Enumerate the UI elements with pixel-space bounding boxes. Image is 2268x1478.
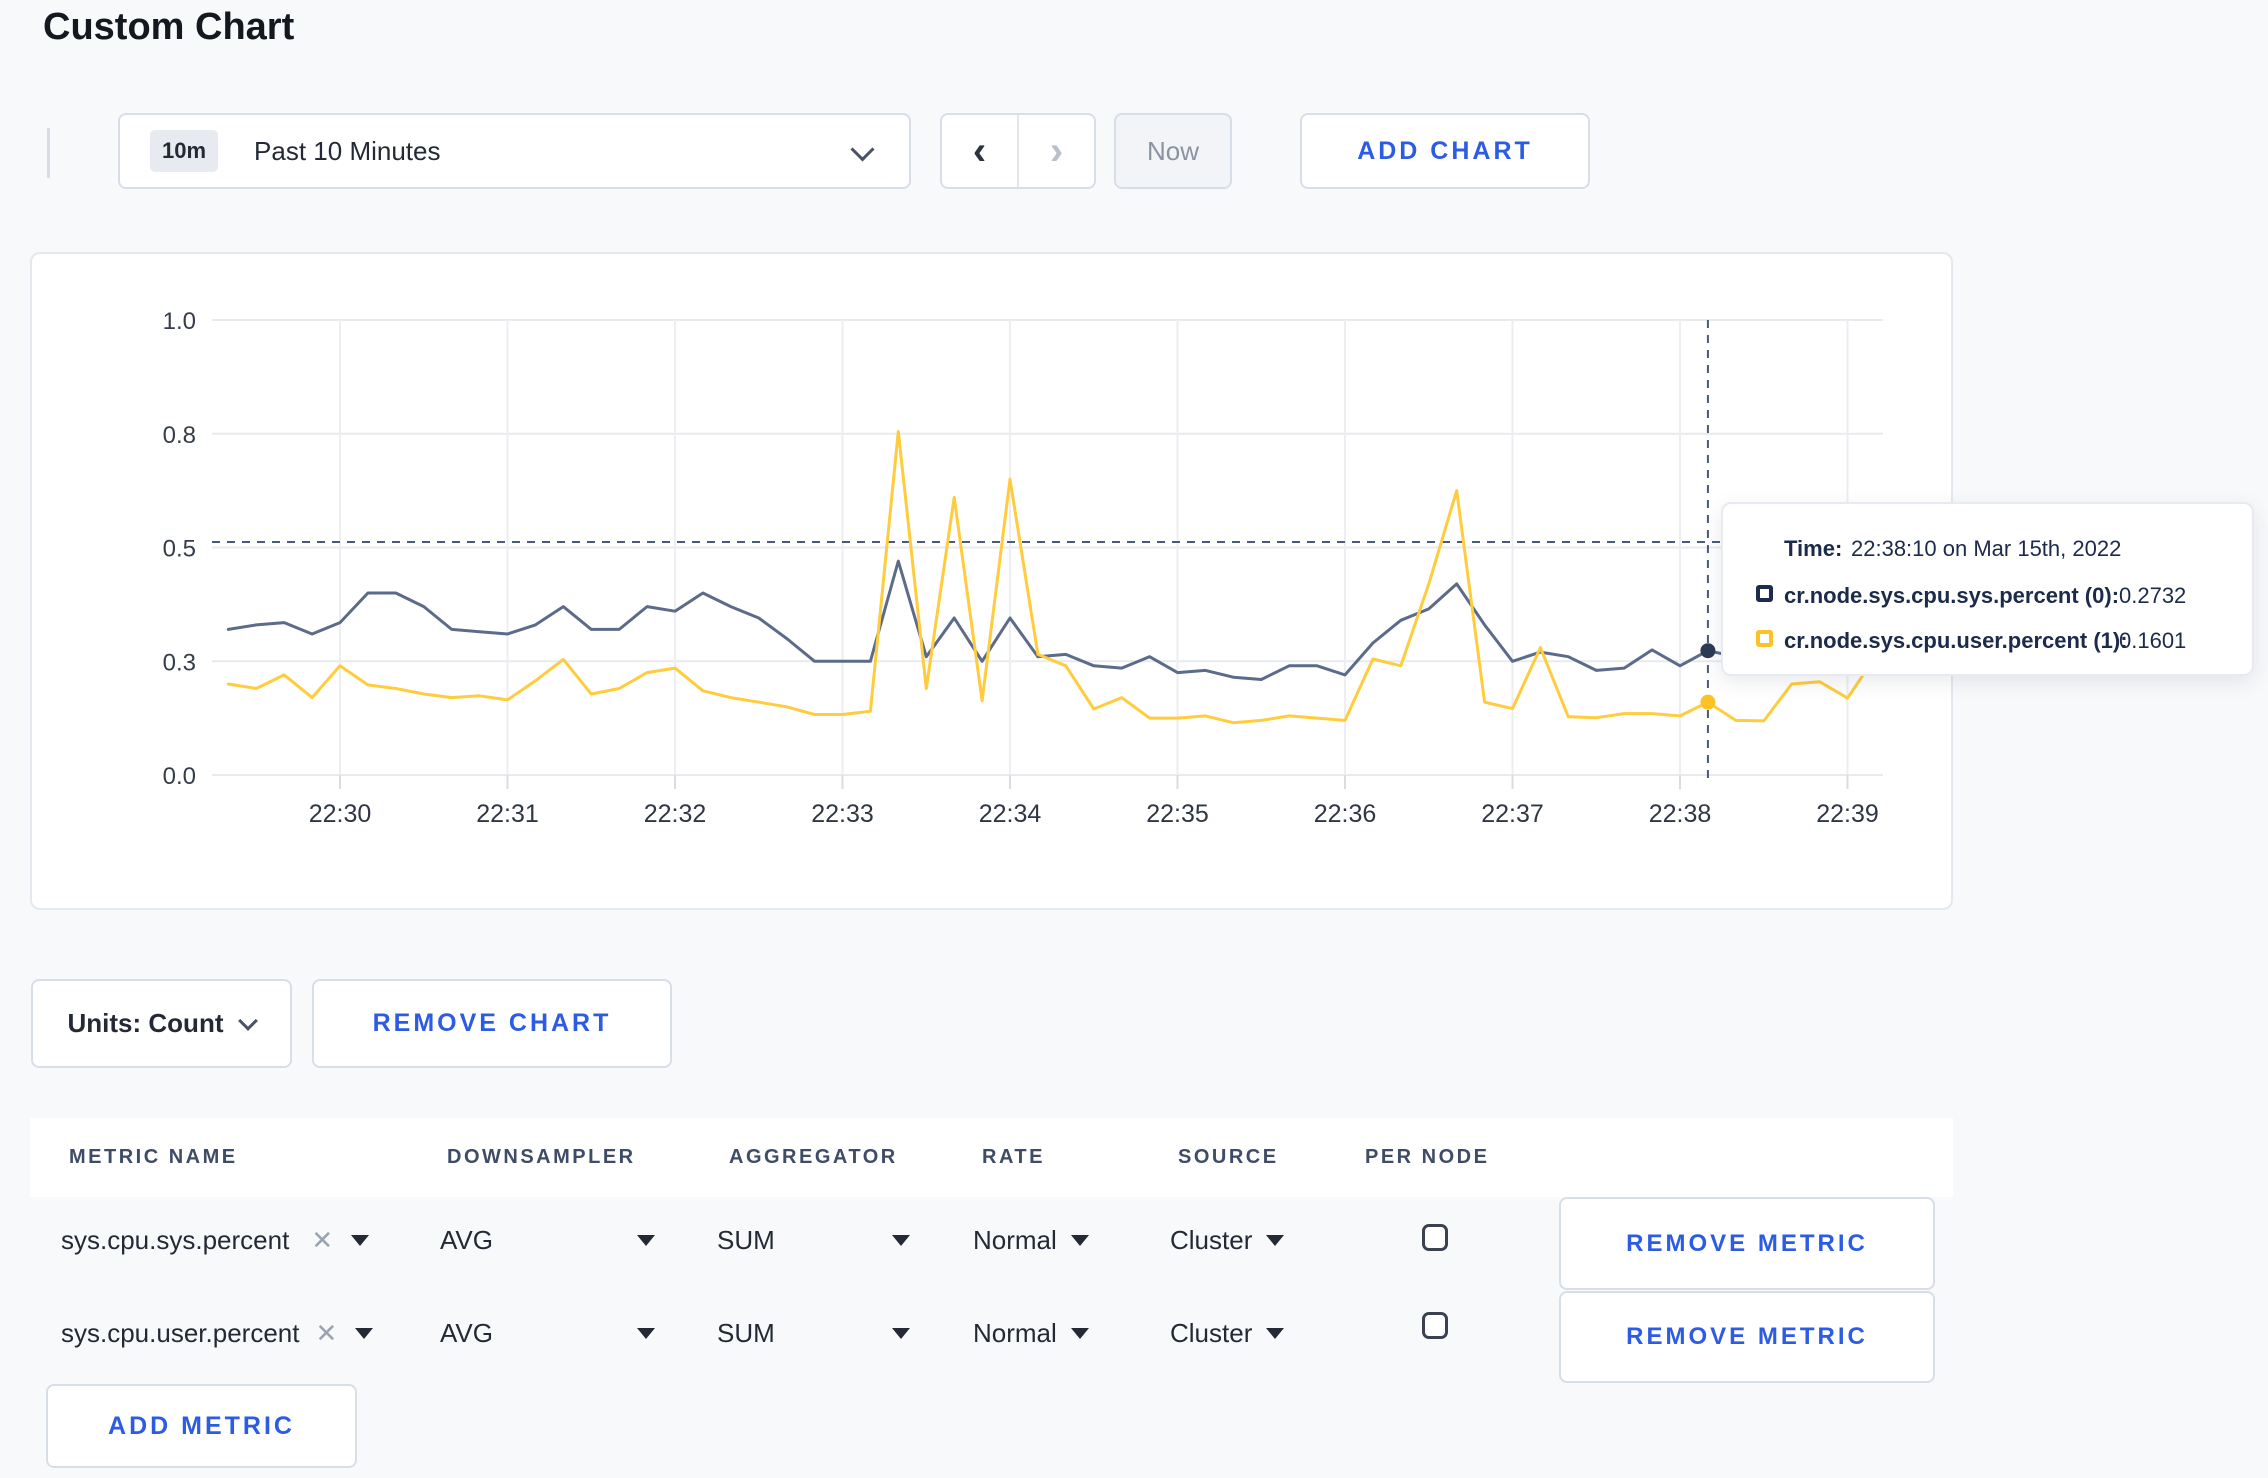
time-step-group: ‹ ›: [940, 113, 1096, 189]
metric-name-value: sys.cpu.user.percent: [61, 1318, 300, 1348]
col-header-per-node: PER NODE: [1365, 1146, 1490, 1168]
chevron-down-icon: [850, 137, 875, 162]
aggregator-select[interactable]: SUM: [717, 1225, 910, 1256]
col-header-downsampler: DOWNSAMPLER: [447, 1146, 636, 1168]
chevron-down-icon: [238, 1010, 259, 1031]
metric-name-select[interactable]: sys.cpu.user.percent ✕: [61, 1318, 374, 1349]
tooltip-time-label: Time:: [1784, 536, 1843, 561]
tooltip-series-value: 0.2732: [2119, 583, 2187, 608]
remove-chart-button[interactable]: REMOVE CHART: [312, 979, 672, 1068]
caret-down-icon: [892, 1328, 910, 1339]
aggregator-select[interactable]: SUM: [717, 1318, 910, 1349]
chart-hover-tooltip: Time: 22:38:10 on Mar 15th, 2022 cr.node…: [1721, 502, 2254, 676]
time-range-selector[interactable]: 10m Past 10 Minutes: [118, 113, 911, 189]
time-range-badge: 10m: [150, 130, 219, 172]
time-range-label: Past 10 Minutes: [254, 135, 441, 166]
aggregator-value: SUM: [717, 1225, 775, 1255]
caret-down-icon: [355, 1328, 374, 1339]
caret-down-icon: [637, 1235, 655, 1246]
aggregator-value: SUM: [717, 1318, 775, 1348]
remove-metric-button[interactable]: REMOVE METRIC: [1559, 1197, 1935, 1290]
prev-range-button[interactable]: ‹: [942, 115, 1017, 187]
caret-down-icon: [1266, 1235, 1285, 1246]
caret-down-icon: [351, 1235, 370, 1246]
next-range-button[interactable]: ›: [1017, 115, 1094, 187]
chevron-right-icon: ›: [1049, 129, 1064, 173]
col-header-source: SOURCE: [1178, 1146, 1279, 1168]
remove-chart-label: REMOVE CHART: [372, 1009, 612, 1037]
caret-down-icon: [892, 1235, 910, 1246]
remove-metric-label: REMOVE METRIC: [1626, 1323, 1868, 1350]
per-node-checkbox[interactable]: [1422, 1224, 1448, 1251]
col-header-metric-name: METRIC NAME: [69, 1146, 238, 1168]
metric-row: sys.cpu.user.percent ✕ AVG SUM Normal Cl…: [0, 1290, 2268, 1383]
add-metric-label: ADD METRIC: [108, 1411, 295, 1440]
downsampler-select[interactable]: AVG: [440, 1318, 655, 1349]
tooltip-time-value: 22:38:10 on Mar 15th, 2022: [1851, 536, 2122, 561]
chart-card: [30, 252, 1953, 910]
custom-chart-page: { "page": { "title": "Custom Chart" }, "…: [0, 0, 2268, 1478]
remove-metric-label: REMOVE METRIC: [1626, 1229, 1868, 1257]
clear-metric-icon[interactable]: ✕: [311, 1225, 333, 1256]
caret-down-icon: [637, 1328, 655, 1339]
clear-metric-icon[interactable]: ✕: [315, 1318, 337, 1349]
now-button-label: Now: [1146, 135, 1199, 166]
rate-select[interactable]: Normal: [973, 1225, 1089, 1256]
source-value: Cluster: [1170, 1225, 1253, 1255]
caret-down-icon: [1266, 1328, 1285, 1339]
tooltip-series-value: 0.1601: [2119, 628, 2187, 653]
add-metric-button[interactable]: ADD METRIC: [46, 1384, 357, 1468]
page-title: Custom Chart: [43, 6, 295, 48]
source-select[interactable]: Cluster: [1170, 1225, 1285, 1256]
caret-down-icon: [1070, 1328, 1089, 1339]
downsampler-value: AVG: [440, 1225, 493, 1255]
downsampler-value: AVG: [440, 1318, 493, 1348]
chevron-left-icon: ‹: [972, 129, 987, 173]
metric-name-value: sys.cpu.sys.percent: [61, 1225, 290, 1255]
tooltip-series-label: cr.node.sys.cpu.sys.percent (0):: [1784, 583, 2120, 608]
series-swatch-sys: [1756, 585, 1773, 602]
toolbar-divider: [47, 128, 50, 178]
remove-metric-button[interactable]: REMOVE METRIC: [1559, 1291, 1935, 1383]
now-button[interactable]: Now: [1114, 113, 1232, 189]
downsampler-select[interactable]: AVG: [440, 1225, 655, 1256]
source-value: Cluster: [1170, 1318, 1253, 1348]
col-header-rate: RATE: [982, 1146, 1045, 1168]
add-chart-button[interactable]: ADD CHART: [1300, 113, 1590, 189]
tooltip-series-label: cr.node.sys.cpu.user.percent (1):: [1784, 628, 2128, 653]
rate-value: Normal: [973, 1318, 1057, 1348]
rate-value: Normal: [973, 1225, 1057, 1255]
per-node-checkbox[interactable]: [1422, 1312, 1448, 1339]
units-select[interactable]: Units: Count: [31, 979, 292, 1068]
rate-select[interactable]: Normal: [973, 1318, 1089, 1349]
metrics-table-header: METRIC NAME DOWNSAMPLER AGGREGATOR RATE …: [30, 1118, 1953, 1197]
col-header-aggregator: AGGREGATOR: [729, 1146, 898, 1168]
series-swatch-user: [1756, 630, 1773, 647]
add-chart-label: ADD CHART: [1357, 136, 1533, 165]
metric-row: sys.cpu.sys.percent ✕ AVG SUM Normal Clu…: [0, 1197, 2268, 1290]
units-select-label: Units: Count: [67, 1008, 224, 1038]
metric-name-select[interactable]: sys.cpu.sys.percent ✕: [61, 1225, 370, 1256]
source-select[interactable]: Cluster: [1170, 1318, 1285, 1349]
caret-down-icon: [1070, 1235, 1089, 1246]
